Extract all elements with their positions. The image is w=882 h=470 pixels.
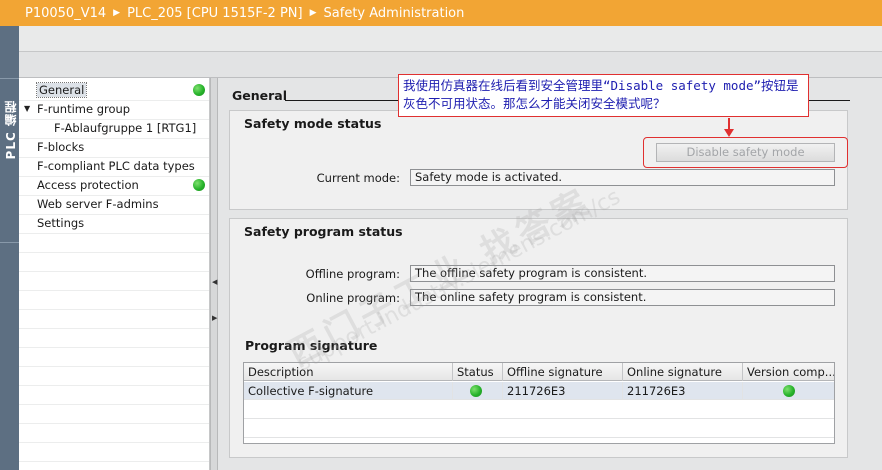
expand-right-arrow-icon[interactable]: ▶ [212, 312, 217, 324]
current-mode-field: Safety mode is activated. [410, 169, 835, 186]
section-title: General [232, 88, 287, 103]
strip-divider [0, 242, 19, 243]
safety-program-title: Safety program status [244, 224, 403, 239]
strip-divider [0, 78, 19, 79]
breadcrumb: P10050_V14 ▶ PLC_205 [CPU 1515F-2 PN] ▶ … [19, 0, 882, 26]
cell-status [453, 382, 503, 400]
nav-item-label: Settings [37, 216, 85, 230]
table-row-empty [244, 401, 834, 419]
editor-toolbar [19, 26, 882, 52]
column-header-offline-signature[interactable]: Offline signature [503, 363, 623, 381]
nav-item-web-server-f-admins[interactable]: Web server F-admins [37, 195, 159, 213]
status-ok-icon [470, 385, 482, 397]
nav-item-f-runtime-group[interactable]: ▼ F-runtime group [24, 100, 131, 118]
current-mode-label: Current mode: [316, 171, 400, 185]
nav-item-label: F-Ablaufgruppe 1 [RTG1] [54, 121, 197, 135]
pane-splitter[interactable]: ◀ ▶ [210, 78, 218, 470]
vertical-strip-top [0, 0, 19, 26]
nav-item-label: Web server F-admins [37, 197, 159, 211]
nav-item-label: Access protection [37, 178, 139, 192]
nav-item-f-compliant-plc-data-types[interactable]: F-compliant PLC data types [37, 157, 195, 175]
collapse-left-arrow-icon[interactable]: ◀ [212, 276, 217, 288]
cell-description: Collective F-signature [244, 382, 453, 400]
table-row[interactable]: Collective F-signature 211726E3 211726E3 [244, 382, 834, 400]
offline-program-label: Offline program: [305, 267, 400, 281]
button-highlight-frame [643, 137, 848, 168]
cell-online-signature: 211726E3 [623, 382, 743, 400]
callout-arrow-head-icon [724, 129, 734, 137]
status-ok-icon [783, 385, 795, 397]
program-signature-title: Program signature [245, 338, 378, 353]
table-header: Description Status Offline signature Onl… [244, 363, 834, 381]
nav-item-label: General [35, 82, 88, 98]
nav-item-settings[interactable]: Settings [37, 214, 84, 232]
plc-programming-tab[interactable]: PLC 编程 [2, 100, 18, 159]
signature-table: Description Status Offline signature Onl… [243, 362, 835, 444]
column-header-description[interactable]: Description [244, 363, 453, 381]
question-callout: 我使用仿真器在线后看到安全管理里“Disable safety mode”按钮是… [398, 74, 809, 117]
navigation-tree: General ▼ F-runtime group F-Ablaufgruppe… [19, 78, 210, 470]
nav-item-f-ablaufgruppe[interactable]: F-Ablaufgruppe 1 [RTG1] [54, 119, 196, 137]
nav-item-access-protection[interactable]: Access protection [37, 176, 139, 194]
online-program-label: Online program: [306, 291, 400, 305]
nav-item-label: F-runtime group [37, 102, 131, 116]
nav-item-label: F-blocks [37, 140, 85, 154]
online-program-field: The online safety program is consistent. [410, 289, 835, 306]
vertical-task-strip [0, 0, 19, 470]
cell-offline-signature: 211726E3 [503, 382, 623, 400]
breadcrumb-plc[interactable]: PLC_205 [CPU 1515F-2 PN] [127, 6, 303, 21]
column-header-status[interactable]: Status [453, 363, 503, 381]
table-row-empty [244, 420, 834, 438]
chevron-right-icon: ▶ [309, 8, 317, 18]
cell-version-compatibility [743, 382, 834, 400]
breadcrumb-project[interactable]: P10050_V14 [25, 6, 106, 21]
chevron-right-icon: ▶ [113, 8, 121, 18]
nav-item-f-blocks[interactable]: F-blocks [37, 138, 84, 156]
column-header-online-signature[interactable]: Online signature [623, 363, 743, 381]
offline-program-field: The offline safety program is consistent… [410, 265, 835, 282]
nav-item-general[interactable]: General [35, 81, 88, 99]
breadcrumb-page: Safety Administration [323, 5, 465, 21]
status-ok-icon [193, 84, 205, 96]
column-header-version-compatibility[interactable]: Version comp... [743, 363, 834, 381]
status-ok-icon [193, 179, 205, 191]
expand-arrow-icon[interactable]: ▼ [24, 100, 30, 118]
nav-item-label: F-compliant PLC data types [37, 159, 195, 173]
safety-mode-title: Safety mode status [244, 116, 382, 131]
